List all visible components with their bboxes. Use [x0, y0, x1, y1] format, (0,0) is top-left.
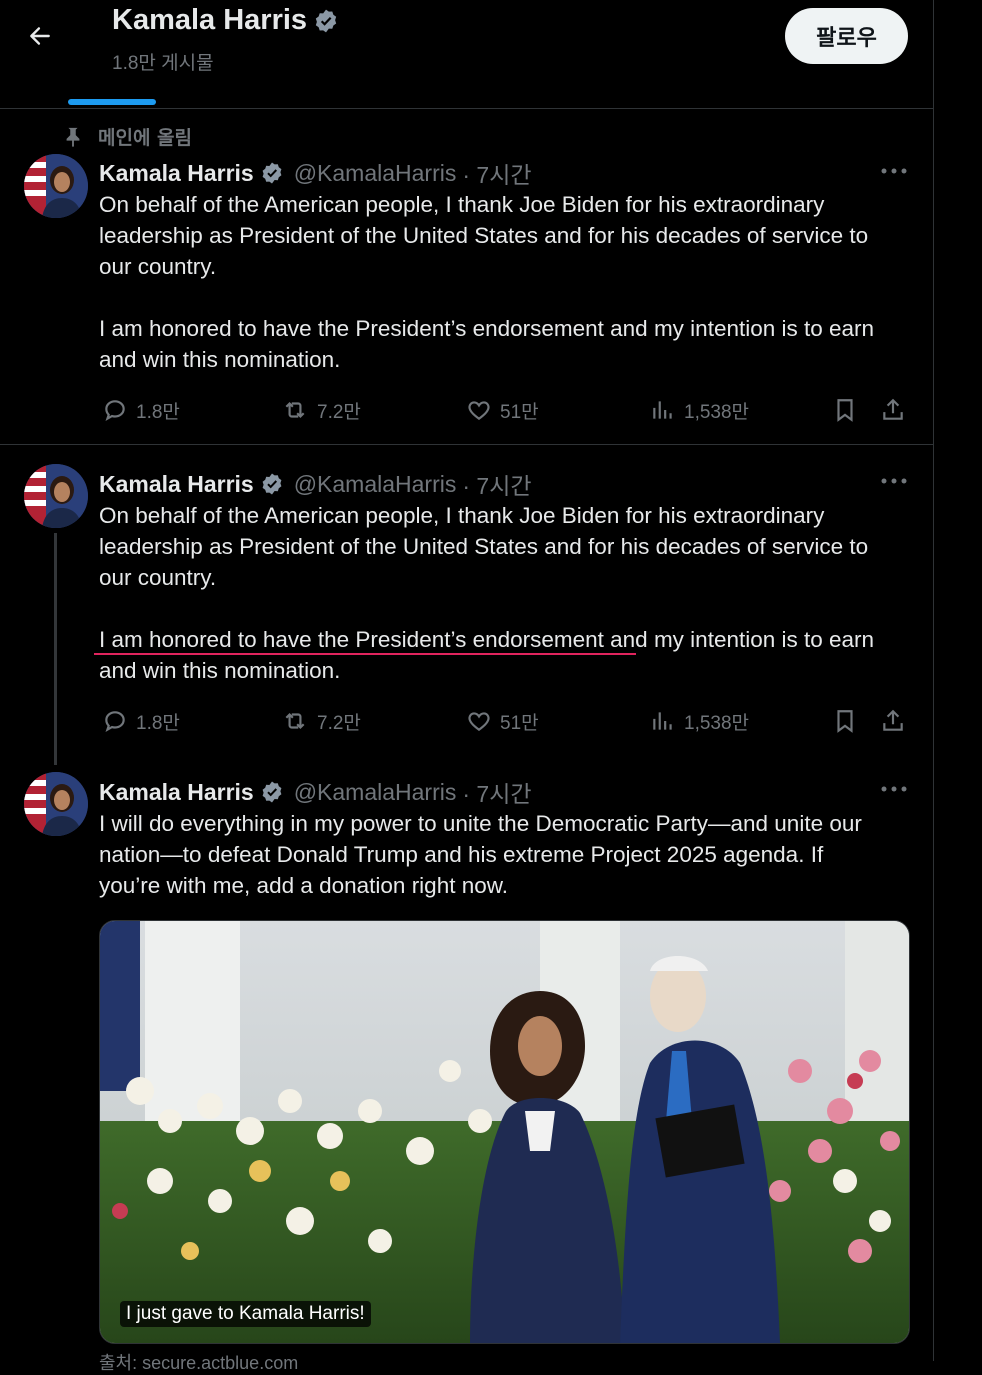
bookmark-button[interactable] — [832, 393, 858, 427]
tweet-text: On behalf of the American people, I than… — [99, 192, 875, 372]
tweet[interactable]: Kamala Harris @KamalaHarris · 7시간 I will… — [0, 765, 933, 1373]
tweet-text: I will do everything in my power to unit… — [99, 811, 862, 898]
more-dots-icon — [881, 168, 907, 174]
author-handle[interactable]: @KamalaHarris — [294, 160, 457, 187]
verified-badge-icon — [315, 9, 337, 32]
author-name[interactable]: Kamala Harris — [99, 471, 254, 498]
avatar-image — [24, 154, 88, 218]
thread-line — [54, 533, 57, 765]
pinned-label-row: 메인에 올림 — [62, 123, 192, 150]
follow-button[interactable]: 팔로우 — [785, 8, 908, 64]
like-count: 51만 — [500, 401, 539, 423]
reply-button[interactable]: 1.8만 — [102, 704, 180, 738]
verified-badge-icon — [262, 473, 282, 495]
author-handle[interactable]: @KamalaHarris — [294, 779, 457, 806]
like-button[interactable]: 51만 — [466, 393, 539, 427]
tweet-actions: 1.8만 7.2만 51만 1,538만 — [99, 393, 919, 427]
tweet-meta: Kamala Harris @KamalaHarris · 7시간 — [99, 467, 532, 501]
pin-icon — [66, 127, 80, 147]
bookmark-icon — [837, 710, 853, 733]
like-count: 51만 — [500, 712, 539, 734]
reply-count: 1.8만 — [136, 712, 180, 734]
avatar[interactable] — [24, 772, 88, 836]
reply-icon — [105, 711, 125, 733]
more-options-button[interactable] — [878, 777, 910, 801]
bookmark-button[interactable] — [832, 704, 858, 738]
main-column: Kamala Harris 1.8만 게시물 팔로우 메인에 올림 Kamala… — [0, 0, 934, 1373]
share-icon — [883, 398, 903, 420]
avatar[interactable] — [24, 154, 88, 218]
repost-icon — [285, 401, 305, 419]
share-button[interactable] — [880, 393, 906, 427]
pinned-label: 메인에 올림 — [98, 127, 193, 149]
like-button[interactable]: 51만 — [466, 704, 539, 738]
views-chart-icon — [653, 401, 672, 419]
tweet-time[interactable]: · 7시간 — [462, 467, 531, 501]
repost-button[interactable]: 7.2만 — [281, 704, 361, 738]
avatar[interactable] — [24, 464, 88, 528]
views-button[interactable]: 1,538만 — [650, 704, 749, 738]
share-icon — [883, 709, 903, 731]
tweet-time[interactable]: · 7시간 — [462, 156, 531, 190]
view-count: 1,538만 — [684, 401, 750, 423]
verified-badge-icon — [262, 162, 282, 184]
more-options-button[interactable] — [878, 469, 910, 493]
red-underline-annotation — [94, 653, 636, 655]
author-name[interactable]: Kamala Harris — [99, 160, 254, 187]
post-count: 1.8만 게시물 — [112, 53, 214, 74]
author-handle[interactable]: @KamalaHarris — [294, 471, 457, 498]
avatar-image — [24, 772, 88, 836]
repost-icon — [285, 712, 305, 730]
active-tab-indicator — [68, 99, 156, 105]
reply-icon — [105, 400, 125, 422]
more-options-button[interactable] — [878, 159, 910, 183]
repost-button[interactable]: 7.2만 — [281, 393, 361, 427]
profile-name: Kamala Harris — [112, 4, 308, 36]
right-gutter — [934, 0, 982, 1361]
avatar-image — [24, 464, 88, 528]
reply-button[interactable]: 1.8만 — [102, 393, 180, 427]
tweet[interactable]: Kamala Harris @KamalaHarris · 7시간 On beh… — [0, 445, 933, 765]
reply-count: 1.8만 — [136, 401, 180, 423]
bookmark-icon — [837, 399, 853, 422]
arrow-left-icon — [30, 27, 50, 45]
tweet-media-image[interactable]: I just gave to Kamala Harris! — [99, 920, 910, 1344]
link-source[interactable]: 출처: secure.actblue.com — [99, 1349, 298, 1375]
tweet-time[interactable]: · 7시간 — [462, 775, 531, 809]
views-button[interactable]: 1,538만 — [650, 393, 749, 427]
tweet-meta: Kamala Harris @KamalaHarris · 7시간 — [99, 775, 532, 809]
repost-count: 7.2만 — [317, 712, 361, 734]
more-dots-icon — [881, 478, 907, 484]
views-chart-icon — [653, 712, 672, 730]
heart-icon — [468, 712, 490, 731]
author-name[interactable]: Kamala Harris — [99, 779, 254, 806]
profile-name-row: Kamala Harris — [112, 4, 339, 37]
media-caption: I just gave to Kamala Harris! — [120, 1301, 371, 1327]
share-button[interactable] — [880, 704, 906, 738]
tweet-meta: Kamala Harris @KamalaHarris · 7시간 — [99, 156, 532, 190]
tweet-text: On behalf of the American people, I than… — [99, 503, 875, 683]
verified-badge-icon — [262, 781, 282, 803]
profile-header: Kamala Harris 1.8만 게시물 팔로우 — [0, 0, 933, 109]
more-dots-icon — [881, 786, 907, 792]
heart-icon — [468, 401, 490, 420]
repost-count: 7.2만 — [317, 401, 361, 423]
pinned-tweet[interactable]: 메인에 올림 Kamala Harris @KamalaHarris · 7시간… — [0, 109, 933, 445]
view-count: 1,538만 — [684, 712, 750, 734]
photo-garden-scene — [100, 921, 909, 1343]
back-button[interactable] — [22, 18, 58, 54]
tweet-actions: 1.8만 7.2만 51만 1,538만 — [99, 704, 919, 738]
